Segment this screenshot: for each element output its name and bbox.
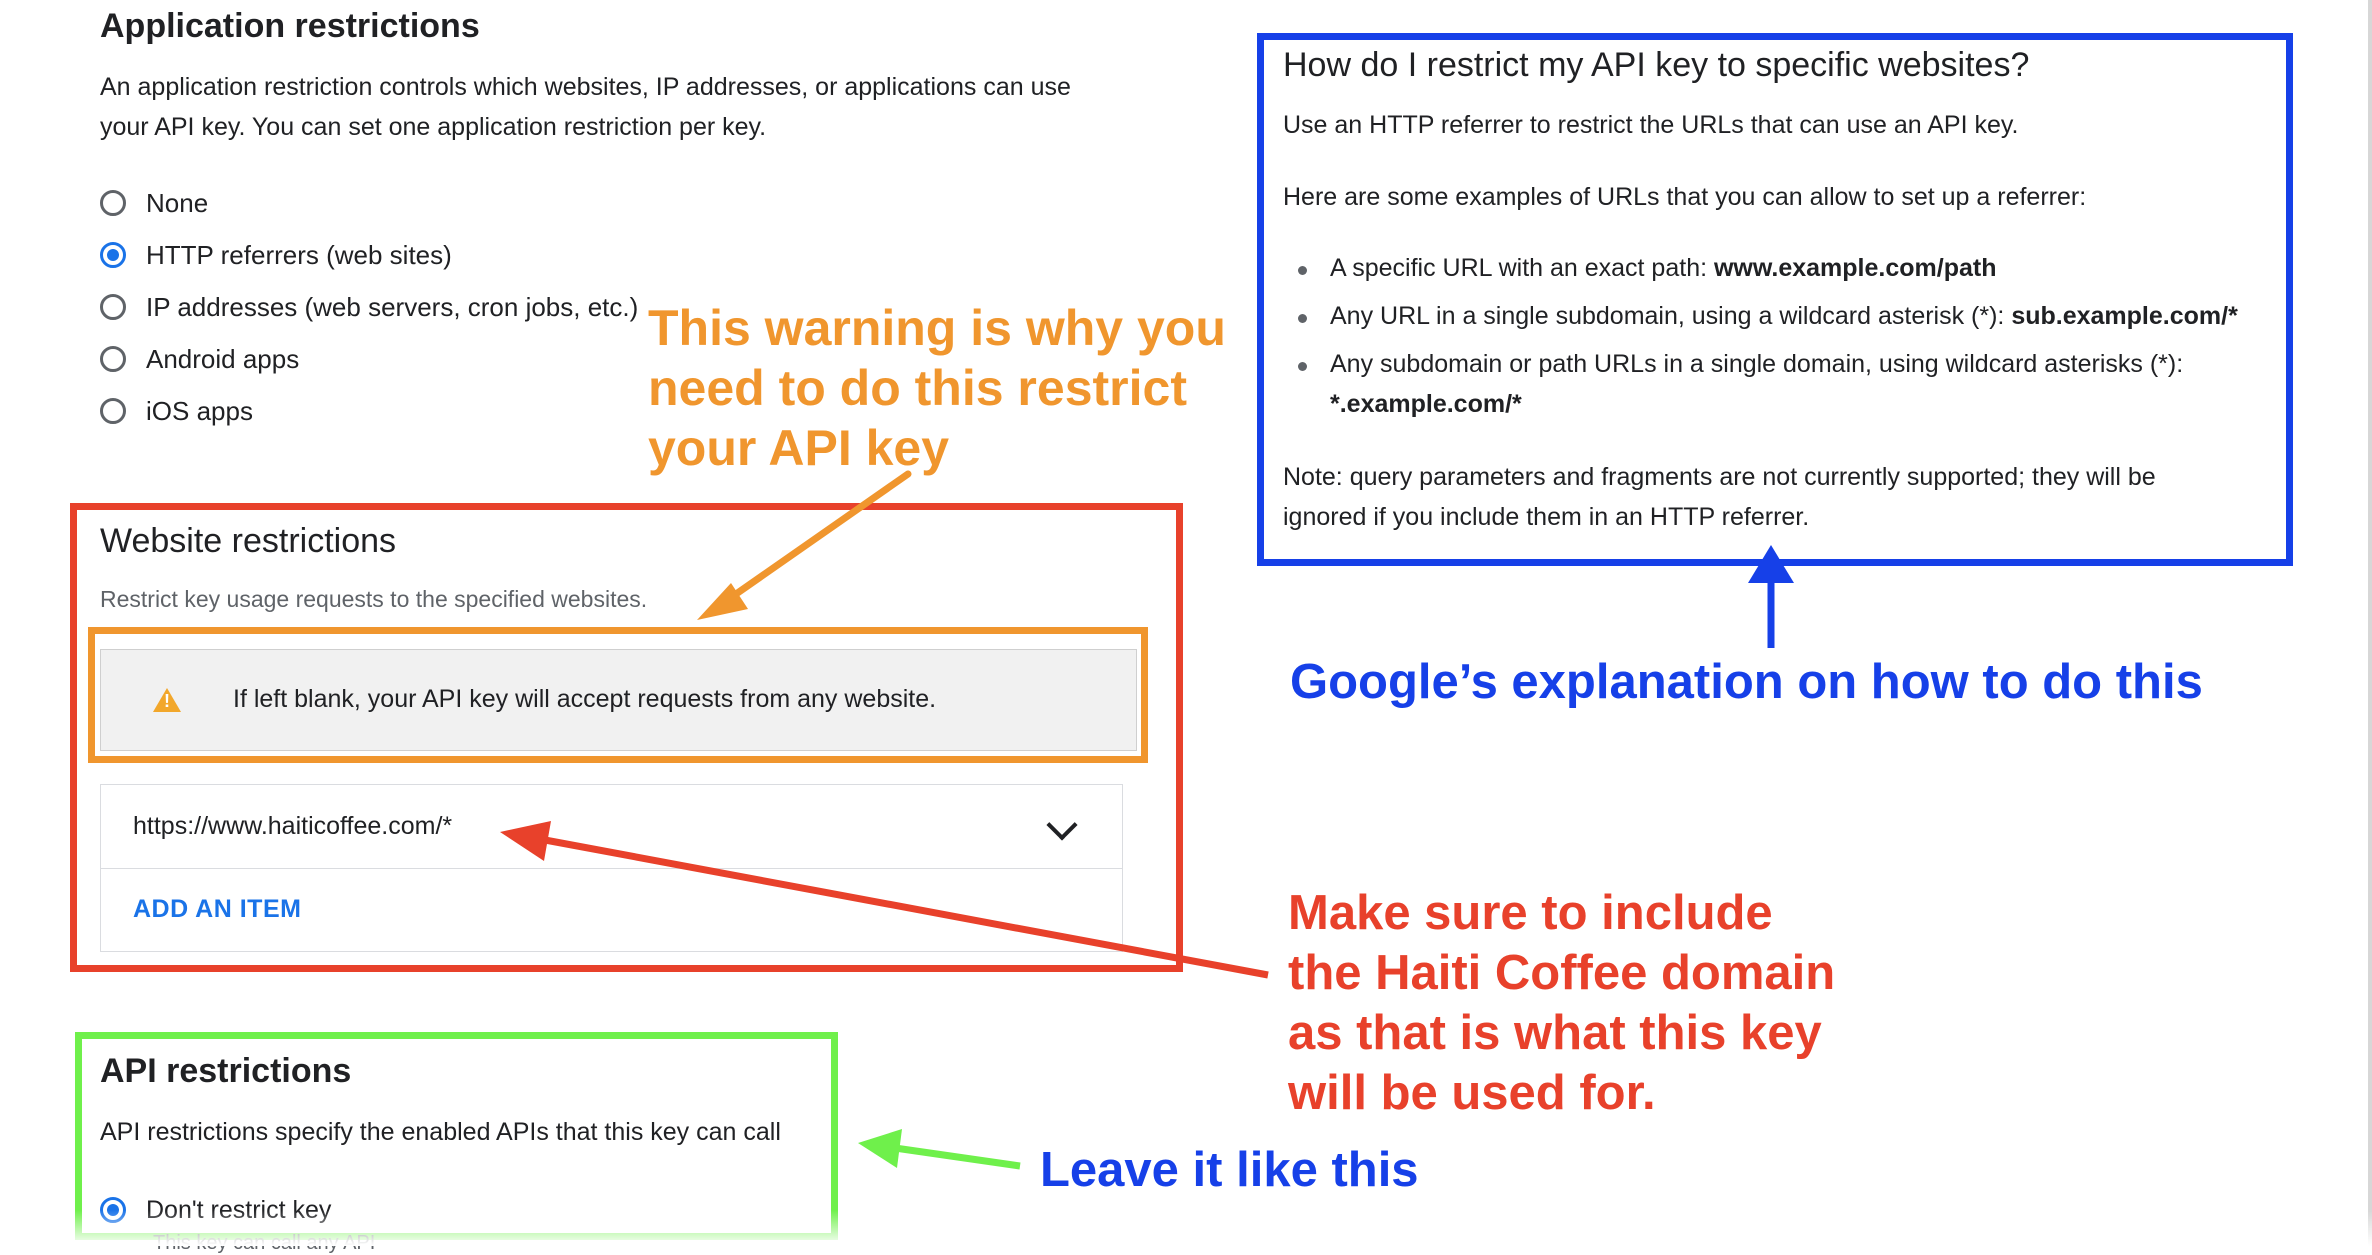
blue-arrow bbox=[1748, 545, 1794, 648]
annotation-arrows bbox=[500, 470, 1794, 1170]
bottom-fade bbox=[0, 1210, 2372, 1246]
green-arrow bbox=[858, 1129, 1021, 1170]
orange-arrow bbox=[697, 470, 912, 620]
red-arrow bbox=[500, 821, 1269, 979]
